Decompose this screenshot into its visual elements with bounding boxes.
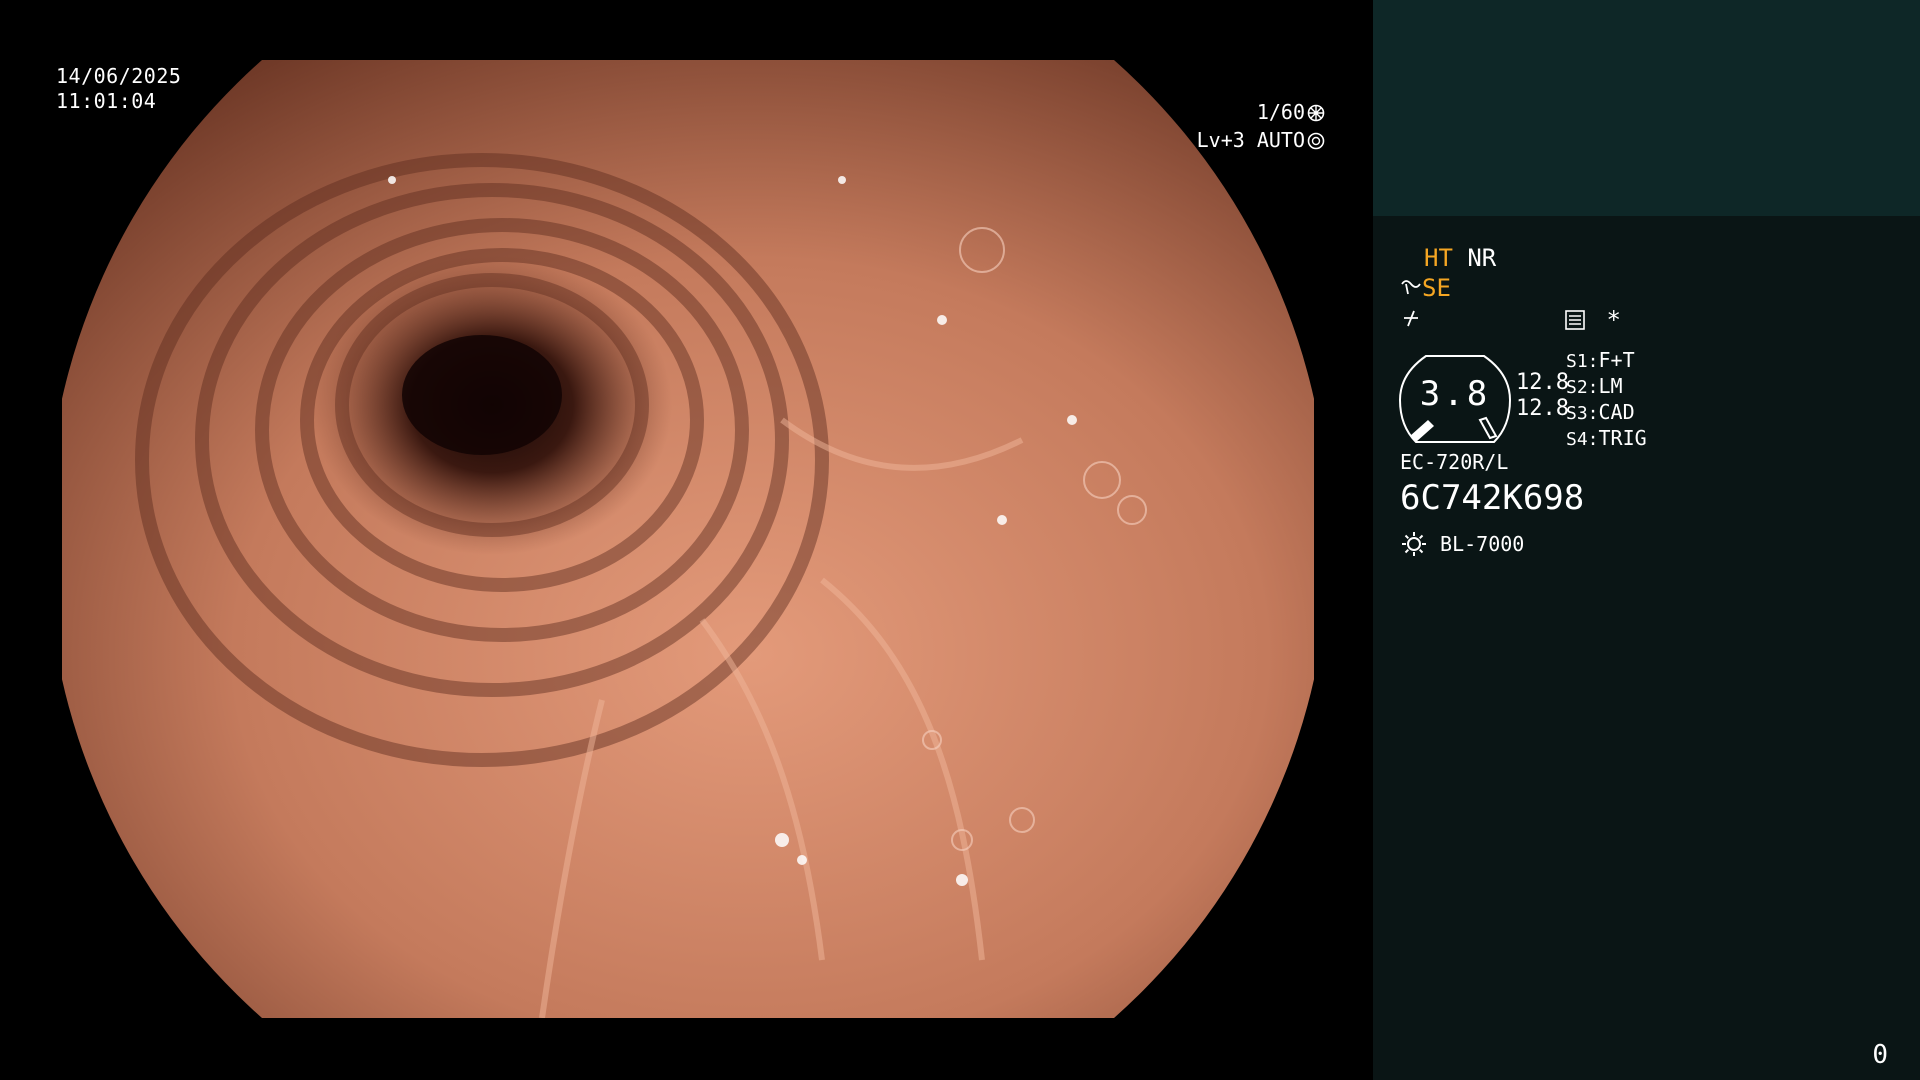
- structure-enhance-icon: [1401, 280, 1421, 295]
- color-enhance-icon: [1404, 310, 1418, 327]
- switch-value: TRIG: [1598, 426, 1647, 450]
- switch-s3: S3:CAD: [1566, 400, 1647, 426]
- light-source-label: BL-7000: [1440, 532, 1525, 556]
- exposure-info: 1/60 Lv+3 AUTO: [1197, 98, 1325, 154]
- switch-key: S2:: [1566, 377, 1599, 398]
- gauge-value: 3.8: [1419, 374, 1491, 414]
- scope-switch-list: S1:F+T S2:LM S3:CAD S4:TRIG: [1566, 348, 1647, 452]
- switch-value: F+T: [1598, 348, 1635, 372]
- gauge-readout-2: 12.8: [1516, 396, 1569, 421]
- scope-model: EC-720R/L: [1400, 450, 1509, 474]
- se-indicator: SE: [1422, 274, 1451, 302]
- date-text: 14/06/2025: [56, 64, 182, 88]
- record-settings-row: *: [1564, 306, 1621, 334]
- se-row: SE: [1400, 274, 1451, 302]
- switch-s2: S2:LM: [1566, 374, 1647, 400]
- ht-indicator: HT: [1424, 244, 1453, 272]
- iris-row: Lv+3 AUTO: [1197, 126, 1325, 154]
- sub-image-preview: [1373, 0, 1920, 216]
- switch-value: LM: [1598, 374, 1623, 398]
- gauge-readout-1: 12.8: [1516, 370, 1569, 395]
- iris-mode: Lv+3 AUTO: [1196, 128, 1305, 152]
- nr-indicator: NR: [1467, 244, 1497, 272]
- color-record-row: [1400, 306, 1422, 334]
- ht-nr-row: HT NR: [1424, 244, 1496, 272]
- shutter-wheel-icon: [1307, 104, 1325, 122]
- date-time-display: 14/06/2025 11:01:04: [56, 64, 181, 114]
- light-source-icon: [1402, 532, 1426, 556]
- iris-icon: [1307, 132, 1325, 150]
- page-number: 0: [1872, 1040, 1888, 1070]
- light-source-row: BL-7000: [1400, 530, 1524, 558]
- asterisk-indicator: *: [1606, 306, 1621, 334]
- record-settings-icon: [1565, 310, 1585, 330]
- switch-value: CAD: [1598, 400, 1635, 424]
- time-text: 11:01:04: [56, 89, 157, 113]
- scope-serial: 6C742K698: [1400, 478, 1585, 518]
- shutter-row: 1/60: [1197, 98, 1325, 126]
- switch-key: S1:: [1566, 351, 1599, 372]
- switch-key: S3:: [1566, 403, 1599, 424]
- shutter-speed: 1/60: [1256, 100, 1305, 124]
- switch-key: S4:: [1566, 429, 1599, 450]
- gauge-readouts: 12.8 12.8: [1516, 370, 1569, 422]
- switch-s1: S1:F+T: [1566, 348, 1647, 374]
- switch-s4: S4:TRIG: [1566, 426, 1647, 452]
- endoscopic-image: [62, 60, 1314, 1018]
- endoscope-view-area: 14/06/2025 11:01:04 1/60 Lv+3 AUTO: [0, 0, 1373, 1080]
